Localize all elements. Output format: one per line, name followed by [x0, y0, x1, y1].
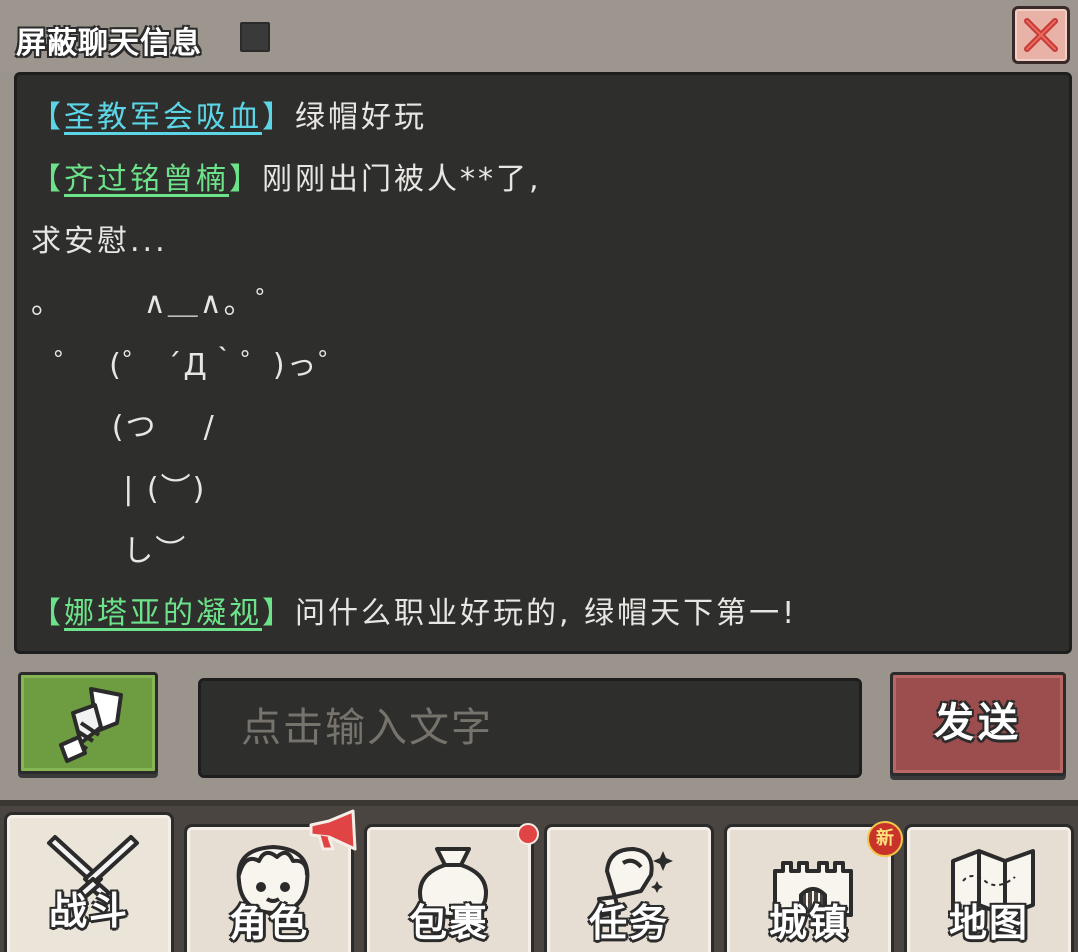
- tab-character[interactable]: 角色: [184, 809, 357, 952]
- tab-town[interactable]: 新 城镇: [724, 821, 903, 952]
- close-x-icon: [1024, 18, 1058, 52]
- megaphone-icon: [309, 809, 357, 851]
- chat-message: 【娜塔亚的凝视】问什么职业好玩的, 绿帽天下第一!: [31, 596, 798, 631]
- new-badge: 新: [867, 821, 903, 857]
- tab-inventory[interactable]: 包裹: [364, 823, 539, 952]
- emote-button[interactable]: [18, 672, 158, 774]
- ascii-art-line: 。 ∧＿∧。゜: [31, 286, 288, 321]
- block-chat-checkbox[interactable]: [240, 22, 270, 52]
- ascii-art-line: ゜ (゜ ´Д｀゜)っ゜: [31, 348, 351, 383]
- close-button[interactable]: [1012, 6, 1070, 64]
- chat-message: 【齐过铭曾楠】刚刚出门被人**了,: [31, 162, 542, 197]
- chat-message: 【圣教军会吸血】绿帽好玩: [31, 100, 427, 135]
- gauntlet-icon: [59, 687, 123, 763]
- block-chat-label: 屏蔽聊天信息: [16, 26, 202, 61]
- sender-link[interactable]: 【娜塔亚的凝视】: [31, 596, 295, 631]
- chat-header: 屏蔽聊天信息: [0, 0, 1078, 72]
- chat-input-bar: 点击输入文字 发送: [0, 660, 1078, 800]
- tab-label: 包裹: [408, 901, 489, 945]
- chat-message-continued: 求安慰...: [31, 224, 168, 259]
- sender-link[interactable]: 【齐过铭曾楠】: [31, 162, 262, 197]
- notification-dot: [517, 823, 539, 845]
- chat-text-input[interactable]: 点击输入文字: [198, 678, 862, 778]
- ascii-art-line: | (︶): [31, 472, 207, 507]
- tab-label: 角色: [228, 901, 309, 945]
- tab-label: 战斗: [48, 889, 129, 933]
- tab-quests[interactable]: 任务: [544, 824, 714, 952]
- send-button[interactable]: 发送: [890, 672, 1066, 776]
- bottom-nav: 战斗 角色 包裹 任务 新 城镇 地图: [0, 806, 1078, 952]
- ascii-art-line: し︶: [31, 534, 188, 569]
- tab-label: 地图: [948, 901, 1029, 945]
- sender-link[interactable]: 【圣教军会吸血】: [31, 100, 295, 135]
- ascii-art-line: (つ /: [31, 410, 216, 445]
- chat-message-panel[interactable]: 【圣教军会吸血】绿帽好玩 【齐过铭曾楠】刚刚出门被人**了, 求安慰... 。 …: [14, 72, 1072, 654]
- tab-battle[interactable]: 战斗: [4, 812, 174, 952]
- tab-map[interactable]: 地图: [904, 824, 1074, 952]
- tab-label: 任务: [588, 901, 669, 945]
- tab-label: 城镇: [768, 901, 849, 945]
